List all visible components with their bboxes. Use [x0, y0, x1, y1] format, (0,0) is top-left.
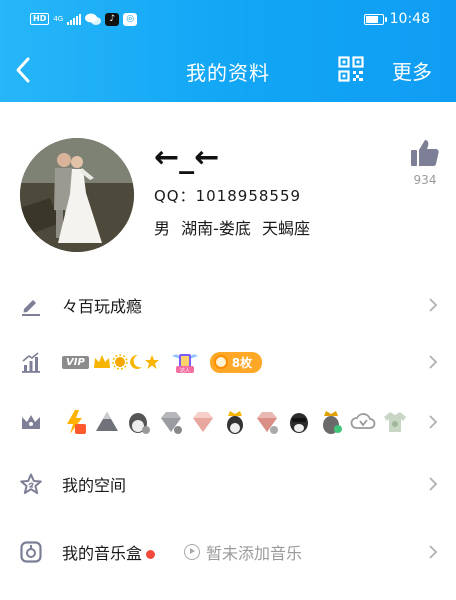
battery-icon	[363, 13, 387, 25]
chevron-right-icon	[429, 545, 438, 559]
thumbs-up-icon	[411, 140, 439, 166]
profile-info: 男 湖南-娄底 天蝎座	[154, 219, 310, 238]
star-icon	[20, 473, 42, 494]
crown-icon	[22, 415, 40, 429]
wechat-icon	[85, 13, 102, 25]
chevron-right-icon	[429, 298, 438, 312]
tiktok-icon: ♪	[105, 12, 120, 26]
pink-diamond-badge-icon	[193, 412, 213, 432]
app-icon: ◎	[123, 12, 138, 26]
qq-number: QQ：1018958559	[154, 187, 302, 205]
sunglass-penguin-badge-icon	[290, 413, 308, 433]
status-left: HD 4G ♪ ◎	[30, 12, 138, 26]
chart-up-icon	[22, 352, 40, 373]
cloud-badge-icon	[350, 413, 376, 429]
space-label: 我的空间	[62, 476, 127, 495]
penguin-badge-icon	[129, 413, 150, 434]
music-label: 我的音乐盒	[62, 540, 156, 564]
coin-icon	[213, 355, 228, 369]
chevron-right-icon	[429, 415, 438, 429]
music-empty-text: 暂未添加音乐	[206, 544, 303, 563]
page-title: 我的资料	[186, 61, 270, 85]
vip-level-icons	[93, 354, 160, 370]
gem-level-badge-icon	[257, 412, 278, 434]
sun-level-icon	[112, 354, 128, 370]
more-button[interactable]: 更多	[392, 56, 432, 85]
king-penguin-badge-icon	[323, 411, 342, 434]
shirt-badge-icon	[384, 412, 406, 432]
music-label-text: 我的音乐盒	[62, 544, 143, 563]
badge-list	[62, 409, 408, 435]
avatar-photo	[20, 138, 134, 252]
status-bar: HD 4G ♪ ◎ 10:48	[0, 0, 456, 38]
hd-icon: HD	[30, 13, 50, 25]
nickname: ←_←	[154, 140, 219, 175]
coin-badge: 8枚	[209, 351, 263, 373]
badges-row[interactable]	[0, 394, 456, 450]
add-music-button[interactable]: 暂未添加音乐	[184, 540, 302, 564]
star-level-icon	[144, 355, 159, 369]
pencil-icon	[22, 300, 40, 316]
diamond-badge-icon	[161, 412, 182, 434]
top-bar: HD 4G ♪ ◎ 10:48 我的资料 更多	[0, 0, 456, 102]
signature-row[interactable]: 々百玩成瘾	[0, 277, 456, 333]
crown-level-icon	[93, 355, 110, 368]
new-dot-icon	[146, 550, 156, 559]
svg-text:达人: 达人	[180, 367, 190, 374]
coin-count: 8枚	[231, 355, 253, 370]
avatar[interactable]	[20, 138, 134, 252]
lightning-badge-icon	[67, 410, 86, 434]
signal-icon	[67, 13, 82, 25]
crowned-penguin-badge-icon	[227, 411, 243, 434]
mountain-badge-icon	[96, 412, 118, 431]
angel-badge-icon: 达人	[171, 354, 198, 374]
chevron-right-icon	[429, 477, 438, 491]
svg-text:←_←: ←_←	[154, 140, 219, 175]
vip-row[interactable]: VIP 达人 8枚	[0, 334, 456, 390]
vip-tag: VIP	[62, 355, 89, 369]
nav-header: 我的资料 更多	[0, 38, 456, 102]
music-row[interactable]: 我的音乐盒 暂未添加音乐	[0, 524, 456, 580]
chevron-right-icon	[429, 355, 438, 369]
moon-level-icon	[129, 354, 142, 369]
clock: 10:48	[389, 11, 430, 27]
vip-info: VIP 达人 8枚	[62, 350, 263, 374]
signature-text: 々百玩成瘾	[62, 297, 143, 316]
status-right: 10:48	[363, 11, 430, 27]
like-count: 934	[413, 173, 437, 187]
network-type: 4G	[53, 14, 64, 23]
music-disc-icon	[20, 541, 42, 563]
like-button[interactable]: 934	[408, 138, 442, 190]
qr-code-icon[interactable]	[338, 56, 364, 82]
play-icon	[184, 544, 200, 560]
space-row[interactable]: 我的空间	[0, 456, 456, 512]
